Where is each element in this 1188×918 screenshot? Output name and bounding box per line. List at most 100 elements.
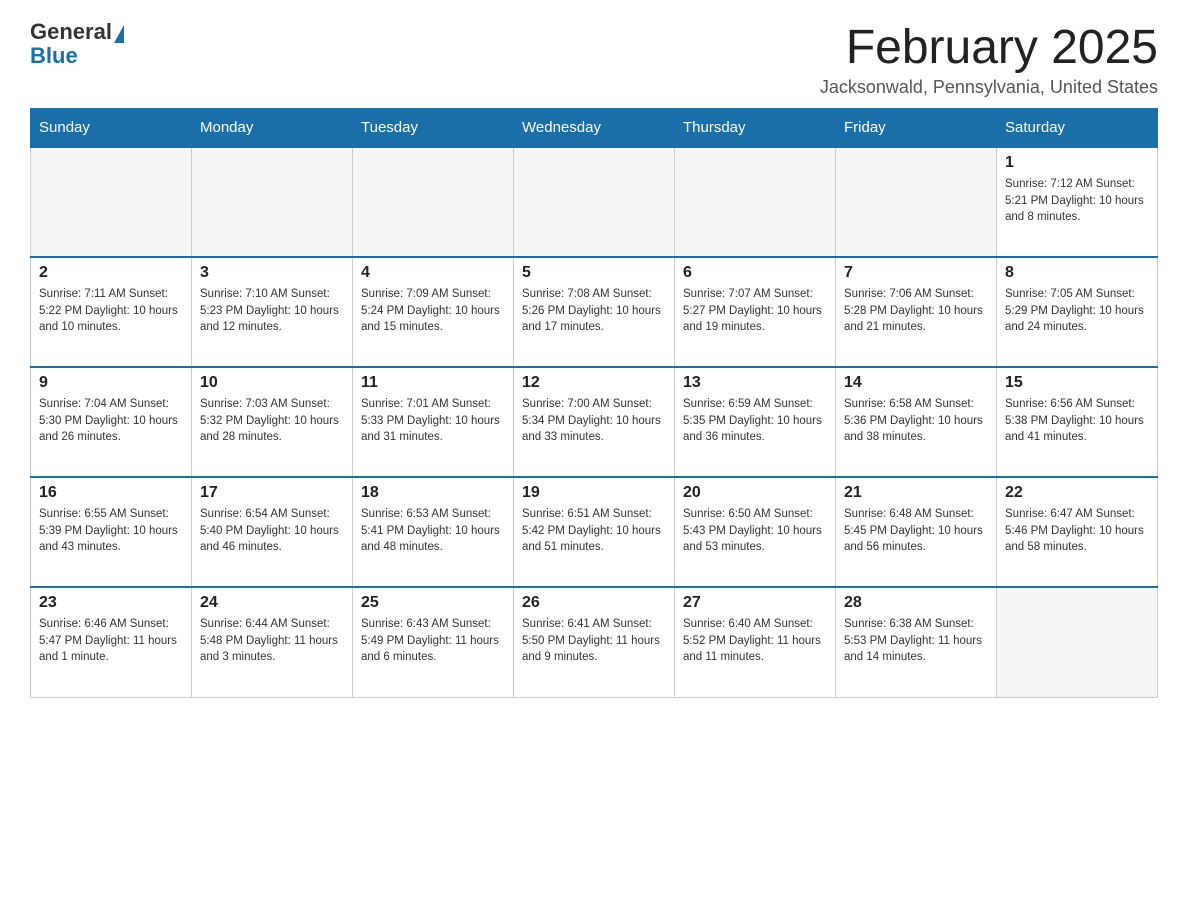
cell-day-number: 10 — [200, 374, 344, 392]
calendar-cell: 23 Sunrise: 6:46 AM Sunset: 5:47 PM Dayli… — [31, 587, 192, 697]
cell-day-info: Sunrise: 6:46 AM Sunset: 5:47 PM Dayligh… — [39, 616, 183, 666]
calendar-cell: 9 Sunrise: 7:04 AM Sunset: 5:30 PM Daylig… — [31, 367, 192, 477]
cell-day-number: 5 — [522, 264, 666, 282]
cell-day-number: 11 — [361, 374, 505, 392]
calendar-week-2: 2 Sunrise: 7:11 AM Sunset: 5:22 PM Daylig… — [31, 257, 1158, 367]
calendar-cell: 6 Sunrise: 7:07 AM Sunset: 5:27 PM Daylig… — [675, 257, 836, 367]
cell-day-info: Sunrise: 6:41 AM Sunset: 5:50 PM Dayligh… — [522, 616, 666, 666]
cell-day-info: Sunrise: 6:51 AM Sunset: 5:42 PM Dayligh… — [522, 506, 666, 556]
calendar-cell: 25 Sunrise: 6:43 AM Sunset: 5:49 PM Dayli… — [353, 587, 514, 697]
cell-day-number: 15 — [1005, 374, 1149, 392]
calendar-cell: 17 Sunrise: 6:54 AM Sunset: 5:40 PM Dayli… — [192, 477, 353, 587]
cell-day-number: 6 — [683, 264, 827, 282]
calendar-cell: 16 Sunrise: 6:55 AM Sunset: 5:39 PM Dayli… — [31, 477, 192, 587]
cell-day-number: 25 — [361, 594, 505, 612]
cell-day-number: 18 — [361, 484, 505, 502]
cell-day-number: 4 — [361, 264, 505, 282]
calendar-week-1: 1 Sunrise: 7:12 AM Sunset: 5:21 PM Daylig… — [31, 147, 1158, 257]
calendar-week-3: 9 Sunrise: 7:04 AM Sunset: 5:30 PM Daylig… — [31, 367, 1158, 477]
calendar-cell: 13 Sunrise: 6:59 AM Sunset: 5:35 PM Dayli… — [675, 367, 836, 477]
cell-day-info: Sunrise: 7:03 AM Sunset: 5:32 PM Dayligh… — [200, 396, 344, 446]
cell-day-number: 26 — [522, 594, 666, 612]
header-thursday: Thursday — [675, 109, 836, 148]
cell-day-number: 22 — [1005, 484, 1149, 502]
calendar-week-4: 16 Sunrise: 6:55 AM Sunset: 5:39 PM Dayli… — [31, 477, 1158, 587]
header-tuesday: Tuesday — [353, 109, 514, 148]
cell-day-info: Sunrise: 6:47 AM Sunset: 5:46 PM Dayligh… — [1005, 506, 1149, 556]
calendar-cell: 7Sunrise: 7:06 AM Sunset: 5:28 PM Daylig… — [836, 257, 997, 367]
calendar-header-row: Sunday Monday Tuesday Wednesday Thursday… — [31, 109, 1158, 148]
calendar-title: February 2025 — [820, 20, 1158, 75]
cell-day-number: 1 — [1005, 154, 1149, 172]
cell-day-info: Sunrise: 7:11 AM Sunset: 5:22 PM Dayligh… — [39, 286, 183, 336]
calendar-cell: 18 Sunrise: 6:53 AM Sunset: 5:41 PM Dayli… — [353, 477, 514, 587]
cell-day-number: 23 — [39, 594, 183, 612]
cell-day-number: 27 — [683, 594, 827, 612]
header-friday: Friday — [836, 109, 997, 148]
cell-day-info: Sunrise: 7:09 AM Sunset: 5:24 PM Dayligh… — [361, 286, 505, 336]
cell-day-info: Sunrise: 6:44 AM Sunset: 5:48 PM Dayligh… — [200, 616, 344, 666]
logo: General Blue — [30, 20, 124, 68]
cell-day-number: 28 — [844, 594, 988, 612]
cell-day-number: 9 — [39, 374, 183, 392]
calendar-cell: 28 Sunrise: 6:38 AM Sunset: 5:53 PM Dayli… — [836, 587, 997, 697]
logo-blue-text: Blue — [30, 44, 124, 68]
cell-day-info: Sunrise: 6:38 AM Sunset: 5:53 PM Dayligh… — [844, 616, 988, 666]
cell-day-info: Sunrise: 6:54 AM Sunset: 5:40 PM Dayligh… — [200, 506, 344, 556]
calendar-cell: 3 Sunrise: 7:10 AM Sunset: 5:23 PM Daylig… — [192, 257, 353, 367]
page-header: General Blue February 2025 Jacksonwald, … — [30, 20, 1158, 98]
cell-day-info: Sunrise: 7:01 AM Sunset: 5:33 PM Dayligh… — [361, 396, 505, 446]
cell-day-number: 7 — [844, 264, 988, 282]
cell-day-info: Sunrise: 7:12 AM Sunset: 5:21 PM Dayligh… — [1005, 176, 1149, 226]
cell-day-number: 17 — [200, 484, 344, 502]
calendar-cell: 14 Sunrise: 6:58 AM Sunset: 5:36 PM Dayli… — [836, 367, 997, 477]
calendar-cell — [836, 147, 997, 257]
cell-day-number: 12 — [522, 374, 666, 392]
calendar-cell: 26 Sunrise: 6:41 AM Sunset: 5:50 PM Dayli… — [514, 587, 675, 697]
cell-day-info: Sunrise: 6:48 AM Sunset: 5:45 PM Dayligh… — [844, 506, 988, 556]
calendar-cell: 20Sunrise: 6:50 AM Sunset: 5:43 PM Dayli… — [675, 477, 836, 587]
calendar-cell — [997, 587, 1158, 697]
calendar-cell — [514, 147, 675, 257]
cell-day-info: Sunrise: 6:43 AM Sunset: 5:49 PM Dayligh… — [361, 616, 505, 666]
cell-day-number: 14 — [844, 374, 988, 392]
cell-day-number: 3 — [200, 264, 344, 282]
calendar-cell: 19 Sunrise: 6:51 AM Sunset: 5:42 PM Dayli… — [514, 477, 675, 587]
calendar-cell: 15 Sunrise: 6:56 AM Sunset: 5:38 PM Dayli… — [997, 367, 1158, 477]
calendar-cell — [192, 147, 353, 257]
calendar-cell: 27 Sunrise: 6:40 AM Sunset: 5:52 PM Dayli… — [675, 587, 836, 697]
logo-general-text: General — [30, 20, 112, 44]
calendar-cell: 4 Sunrise: 7:09 AM Sunset: 5:24 PM Daylig… — [353, 257, 514, 367]
header-saturday: Saturday — [997, 109, 1158, 148]
calendar-week-5: 23 Sunrise: 6:46 AM Sunset: 5:47 PM Dayli… — [31, 587, 1158, 697]
cell-day-info: Sunrise: 6:50 AM Sunset: 5:43 PM Dayligh… — [683, 506, 827, 556]
cell-day-number: 16 — [39, 484, 183, 502]
cell-day-number: 2 — [39, 264, 183, 282]
cell-day-info: Sunrise: 7:00 AM Sunset: 5:34 PM Dayligh… — [522, 396, 666, 446]
cell-day-info: Sunrise: 6:53 AM Sunset: 5:41 PM Dayligh… — [361, 506, 505, 556]
calendar-cell — [31, 147, 192, 257]
cell-day-number: 24 — [200, 594, 344, 612]
cell-day-info: Sunrise: 6:40 AM Sunset: 5:52 PM Dayligh… — [683, 616, 827, 666]
logo-triangle-icon — [114, 25, 124, 43]
calendar-cell: 11 Sunrise: 7:01 AM Sunset: 5:33 PM Dayli… — [353, 367, 514, 477]
calendar-table: Sunday Monday Tuesday Wednesday Thursday… — [30, 108, 1158, 698]
calendar-cell: 8Sunrise: 7:05 AM Sunset: 5:29 PM Daylig… — [997, 257, 1158, 367]
cell-day-info: Sunrise: 7:07 AM Sunset: 5:27 PM Dayligh… — [683, 286, 827, 336]
calendar-cell: 24 Sunrise: 6:44 AM Sunset: 5:48 PM Dayli… — [192, 587, 353, 697]
cell-day-number: 8 — [1005, 264, 1149, 282]
cell-day-number: 19 — [522, 484, 666, 502]
title-section: February 2025 Jacksonwald, Pennsylvania,… — [820, 20, 1158, 98]
calendar-cell: 1 Sunrise: 7:12 AM Sunset: 5:21 PM Daylig… — [997, 147, 1158, 257]
cell-day-info: Sunrise: 7:08 AM Sunset: 5:26 PM Dayligh… — [522, 286, 666, 336]
cell-day-info: Sunrise: 7:10 AM Sunset: 5:23 PM Dayligh… — [200, 286, 344, 336]
cell-day-number: 13 — [683, 374, 827, 392]
cell-day-info: Sunrise: 6:55 AM Sunset: 5:39 PM Dayligh… — [39, 506, 183, 556]
header-sunday: Sunday — [31, 109, 192, 148]
cell-day-info: Sunrise: 6:58 AM Sunset: 5:36 PM Dayligh… — [844, 396, 988, 446]
cell-day-info: Sunrise: 6:56 AM Sunset: 5:38 PM Dayligh… — [1005, 396, 1149, 446]
cell-day-info: Sunrise: 7:04 AM Sunset: 5:30 PM Dayligh… — [39, 396, 183, 446]
cell-day-number: 21 — [844, 484, 988, 502]
cell-day-info: Sunrise: 6:59 AM Sunset: 5:35 PM Dayligh… — [683, 396, 827, 446]
calendar-cell: 10 Sunrise: 7:03 AM Sunset: 5:32 PM Dayli… — [192, 367, 353, 477]
